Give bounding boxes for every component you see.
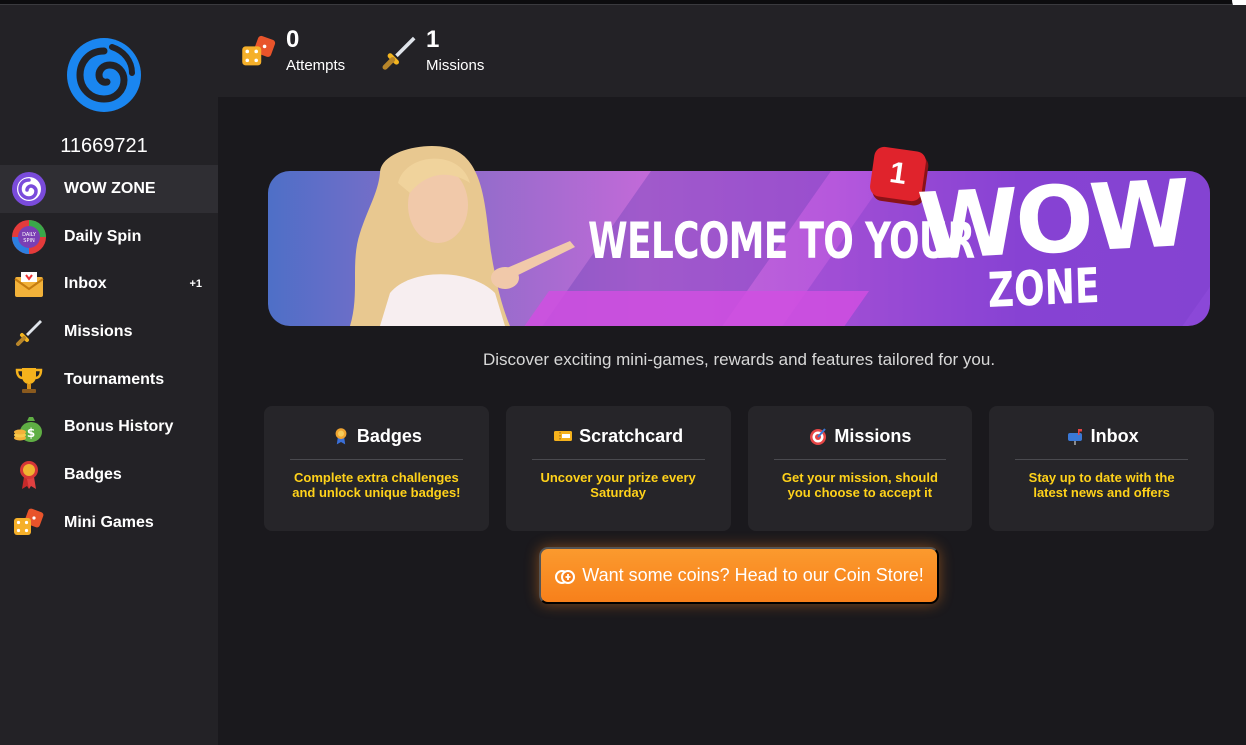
card-description: Stay up to date with the latest news and… [1028,470,1175,500]
missions-card[interactable]: Missions Get your mission, should you ch… [747,406,973,531]
sidebar-item-missions[interactable]: Missions [0,308,218,356]
svg-text:$: $ [27,426,35,440]
sidebar-item-daily-spin[interactable]: DAILY SPIN Daily Spin [0,213,218,261]
user-id: 11669721 [60,135,148,157]
sidebar: 11669721 WOW ZONE DAILY SPIN Daily Spin I… [0,5,218,745]
badges-card[interactable]: Badges Complete extra challenges and unl… [264,406,489,531]
sidebar-item-label: Bonus History [64,418,174,436]
mailbox-icon [1065,426,1085,446]
welcome-banner: WELCOME TO YOUR 1 WOW ZONE [268,145,1210,326]
wow-zone-icon [10,170,48,208]
daily-spin-icon: DAILY SPIN [10,218,48,256]
medal-icon [10,456,48,494]
inbox-count-badge: +1 [189,278,202,291]
card-title-label: Scratchcard [579,425,684,446]
sidebar-item-inbox[interactable]: Inbox +1 [0,260,218,308]
feature-cards: Badges Complete extra challenges and unl… [264,406,1214,531]
sword-icon [10,313,48,351]
sidebar-item-label: Missions [64,322,133,340]
card-description: Complete extra challenges and unlock uni… [292,470,461,500]
card-description: Get your mission, should you choose to a… [781,470,938,500]
sidebar-item-label: Badges [64,465,122,483]
attempts-count: 0 [286,26,300,53]
missions-count: 1 [426,26,440,53]
medal-icon [331,426,351,446]
target-icon [808,426,828,446]
card-title-label: Inbox [1090,425,1139,446]
card-divider [290,459,463,460]
sidebar-item-label: Mini Games [64,513,154,531]
sidebar-item-wow-zone[interactable]: WOW ZONE [0,165,218,213]
coin-store-button[interactable]: Want some coins? Head to our Coin Store! [539,547,939,604]
sidebar-item-tournaments[interactable]: Tournaments [0,356,218,404]
tagline: Discover exciting mini-games, rewards an… [482,350,996,369]
card-title: Missions [774,424,947,448]
trophy-icon [10,361,48,399]
coins-icon [555,569,576,584]
sidebar-item-mini-games[interactable]: Mini Games [0,499,218,547]
card-title: Scratchcard [532,424,705,448]
svg-text:SPIN: SPIN [23,238,35,244]
card-divider [773,459,947,460]
stats-bar: 0 Attempts 1 Missions [218,5,1246,97]
sidebar-item-label: Tournaments [64,370,165,388]
card-title: Badges [290,424,463,448]
card-divider [531,459,705,460]
banner-welcome-text: WELCOME TO YOUR [588,212,975,270]
attempts-stat[interactable]: 0 Attempts [240,27,345,74]
inbox-icon [10,265,48,303]
card-description: Uncover your prize every Saturday [540,470,696,500]
card-title-label: Missions [834,425,912,446]
sidebar-item-label: Daily Spin [64,227,142,245]
sidebar-item-badges[interactable]: Badges [0,451,218,499]
brand-logo-icon [67,38,141,112]
host-illustration [350,145,575,326]
sidebar-item-bonus-history[interactable]: $ Bonus History [0,403,218,451]
dice-icon [10,504,48,542]
coin-store-label: Want some coins? Head to our Coin Store! [582,565,924,585]
sidebar-item-label: Inbox [64,275,107,293]
sidebar-item-label: WOW ZONE [64,179,156,197]
missions-label: Missions [426,57,485,74]
scratchcard-card[interactable]: Scratchcard Uncover your prize every Sat… [505,406,731,531]
banner-zone-text: ZONE [987,257,1101,319]
money-bag-icon: $ [10,408,48,446]
card-divider [1015,459,1188,460]
sword-icon [382,36,416,70]
ticket-icon [553,426,573,446]
attempts-label: Attempts [286,57,346,74]
inbox-card[interactable]: Inbox Stay up to date with the latest ne… [989,406,1214,531]
sidebar-nav: WOW ZONE DAILY SPIN Daily Spin Inbox +1 M… [0,165,218,547]
card-title: Inbox [1015,424,1188,448]
card-title-label: Badges [356,425,422,446]
dice-icon [242,35,276,66]
missions-stat[interactable]: 1 Missions [380,27,484,74]
